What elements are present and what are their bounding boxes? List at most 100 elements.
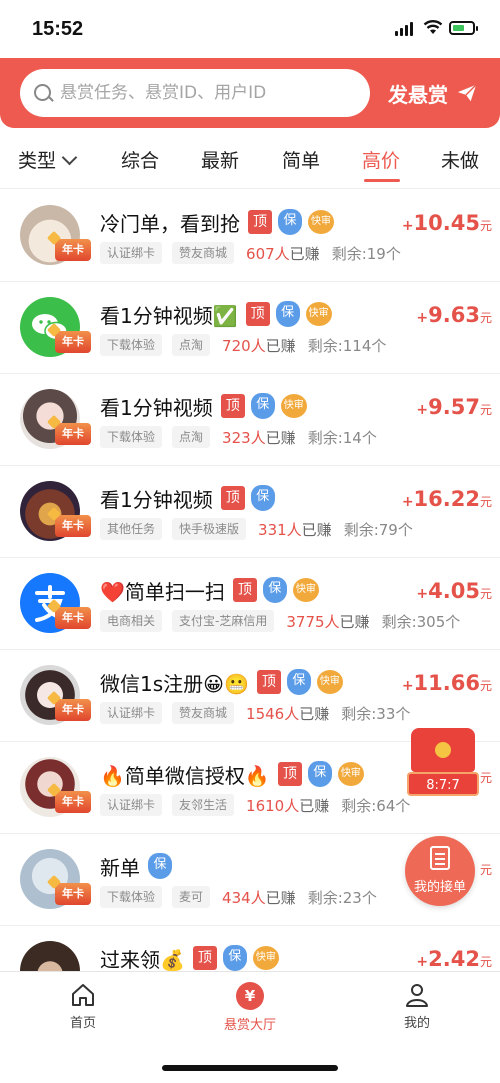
person-icon [406,984,428,1007]
task-category: 其他任务 [100,518,163,540]
price-value: 4.05 [428,579,480,603]
price-sign: + [416,402,429,418]
tab-type[interactable]: 类型 [18,146,78,173]
earned-count: 323人 [222,428,266,447]
post-reward-label: 发悬赏 [388,82,448,107]
task-app: 点淘 [172,426,211,448]
price-value: 16.22 [413,487,480,511]
tab-high-price[interactable]: 高价 [362,146,400,182]
year-card-badge: 年卡 [55,331,91,353]
task-row[interactable]: 过来领💰 顶 保 快审 +2.42元 [0,925,500,971]
task-title: 冷门单，看到抢 [100,211,240,236]
price-value: 11.66 [413,671,480,695]
reward-price: +2.42元 [416,947,492,971]
battery-icon [449,21,478,35]
task-app: 点淘 [172,334,211,356]
remaining-count: 剩余:14个 [307,428,377,447]
tab-simple[interactable]: 简单 [282,146,320,173]
my-orders-label: 我的接单 [413,880,466,895]
price-unit: 元 [479,403,492,417]
earned-suffix: 已赚 [265,428,296,447]
task-category: 电商相关 [100,610,163,632]
status-bar: 15:52 [0,0,500,58]
top-tag: 顶 [220,394,245,418]
price-value: 10.45 [413,211,480,235]
price-value: 9.63 [428,303,480,327]
tab-simple-label: 简单 [282,150,321,172]
earned-count: 607人 [246,244,290,263]
task-category: 下载体验 [100,426,163,448]
task-title: 看1分钟视频 [100,395,213,420]
task-title: 看1分钟视频✅ [100,303,238,328]
fast-review-badge: 快审 [292,578,319,602]
top-tag: 顶 [256,670,281,694]
task-title: 微信1s注册😀😬 [100,671,249,696]
task-row[interactable]: 年卡 ❤️简单扫一扫 顶 保 快审 电商相关 支付宝-芝麻信用 3775人已赚 … [0,557,500,650]
price-unit: 元 [479,311,492,325]
tabbar-home-label: 首页 [69,1016,96,1031]
post-reward-button[interactable]: 发悬赏 [388,76,478,110]
my-orders-button[interactable]: 我的接单 [405,836,475,906]
tab-comprehensive-label: 综合 [121,150,160,172]
search-icon [34,84,51,101]
tabbar-reward-hall[interactable]: ¥ 悬赏大厅 [200,982,300,1033]
earned-count: 3775人 [286,612,340,631]
task-app: 支付宝-芝麻信用 [172,610,275,632]
search-input[interactable] [60,69,360,117]
task-category: 认证绑卡 [100,242,163,264]
guarantee-shield-icon: 保 [222,945,247,971]
search-box[interactable] [20,69,370,117]
reward-price: 元 [480,855,492,879]
task-app: 友邻生活 [172,794,235,816]
top-tag: 顶 [220,486,245,510]
price-sign: + [401,494,414,510]
reward-price: +10.45元 [402,211,492,235]
earned-count: 1610人 [246,796,300,815]
earned-suffix: 已赚 [265,888,296,907]
reward-price: 元 [480,763,492,787]
tabbar-me[interactable]: 我的 [367,982,467,1031]
reward-price: +9.57元 [416,395,492,419]
tab-latest[interactable]: 最新 [201,146,239,173]
tab-not-done[interactable]: 未做 [441,146,479,173]
earned-suffix: 已赚 [299,704,330,723]
remaining-count: 剩余:64个 [341,796,411,815]
remaining-count: 剩余:19个 [331,244,401,263]
task-row[interactable]: 年卡 冷门单，看到抢 顶 保 快审 认证绑卡 赞友商城 607人已赚 剩余:19… [0,189,500,282]
price-sign: + [401,678,414,694]
tabbar-home[interactable]: 首页 [33,982,133,1031]
task-category: 下载体验 [100,334,163,356]
price-unit: 元 [479,219,492,233]
fast-review-badge: 快审 [337,762,364,786]
tab-comprehensive[interactable]: 综合 [121,146,159,173]
task-category: 下载体验 [100,886,163,908]
tab-type-label: 类型 [18,150,57,172]
task-row[interactable]: 年卡 看1分钟视频 顶 保 快审 下载体验 点淘 323人已赚 剩余:14个 +… [0,373,500,466]
task-row[interactable]: 年卡 看1分钟视频 顶 保 其他任务 快手极速版 331人已赚 剩余:79个 +… [0,465,500,558]
guarantee-shield-icon: 保 [148,853,172,879]
price-value: 2.42 [428,947,480,971]
status-time: 15:52 [32,18,84,40]
avatar [20,941,80,971]
task-title: ❤️简单扫一扫 [100,579,225,604]
home-icon [72,984,94,1006]
remaining-count: 剩余:23个 [307,888,377,907]
earned-suffix: 已赚 [265,336,296,355]
price-value: 9.57 [428,395,480,419]
tab-latest-label: 最新 [201,150,240,172]
price-unit: 元 [479,495,492,509]
price-sign: + [401,218,414,234]
remaining-count: 剩余:33个 [341,704,411,723]
filter-tabs: 类型 综合 最新 简单 高价 未做 [0,128,500,189]
task-row[interactable]: 年卡 看1分钟视频✅ 顶 保 快审 下载体验 点淘 720人已赚 剩余:114个… [0,281,500,374]
earned-count: 434人 [222,888,266,907]
earned-suffix: 已赚 [299,796,330,815]
task-title: 🔥简单微信授权🔥 [100,763,270,788]
chevron-down-icon [61,149,78,166]
year-card-badge: 年卡 [55,791,91,813]
earned-count: 331人 [258,520,302,539]
fast-review-badge: 快审 [280,394,307,418]
earned-count: 720人 [222,336,266,355]
top-tag: 顶 [248,210,272,234]
red-packet-float[interactable]: 8:7:7 [407,728,479,798]
